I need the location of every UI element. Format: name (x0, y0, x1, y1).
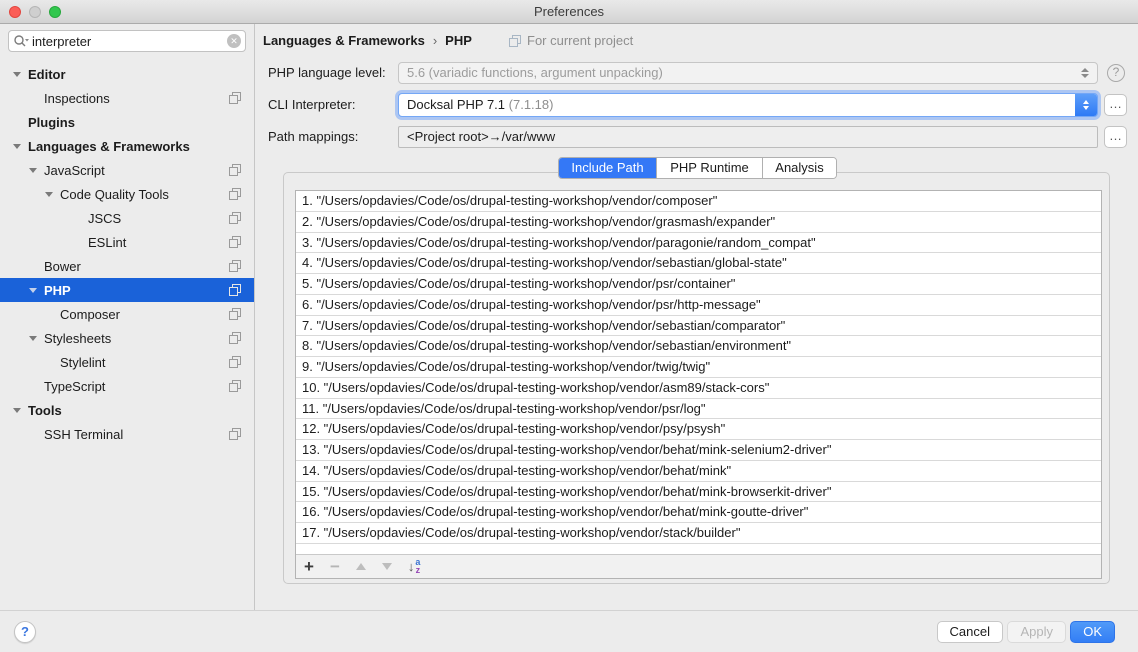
sidebar-item-tools[interactable]: Tools (0, 398, 254, 422)
chevron-up-down-icon[interactable] (1075, 94, 1097, 116)
project-scope-icon (228, 331, 242, 348)
language-level-select[interactable]: 5.6 (variadic functions, argument unpack… (398, 62, 1098, 84)
breadcrumb-php: PHP (445, 33, 472, 48)
chevron-down-icon[interactable] (26, 336, 40, 341)
project-scope-icon (228, 187, 242, 204)
breadcrumb-languages-frameworks[interactable]: Languages & Frameworks (263, 33, 425, 48)
sidebar-item-plugins[interactable]: Plugins (0, 110, 254, 134)
list-item[interactable]: 2. "/Users/opdavies/Code/os/drupal-testi… (296, 212, 1101, 233)
sidebar-item-typescript[interactable]: TypeScript (0, 374, 254, 398)
settings-sidebar: ✕ Editor Inspections Plugins Languages &… (0, 24, 255, 610)
sort-alpha-icon[interactable]: ↓ az (408, 559, 421, 574)
list-item[interactable]: 9. "/Users/opdavies/Code/os/drupal-testi… (296, 357, 1101, 378)
chevron-down-icon[interactable] (10, 144, 24, 149)
project-scope-icon (228, 163, 242, 180)
sidebar-item-code-quality-tools[interactable]: Code Quality Tools (0, 182, 254, 206)
list-item[interactable]: 14. "/Users/opdavies/Code/os/drupal-test… (296, 461, 1101, 482)
settings-tree: Editor Inspections Plugins Languages & F… (0, 62, 254, 446)
chevron-down-icon[interactable] (10, 72, 24, 77)
list-item[interactable]: 7. "/Users/opdavies/Code/os/drupal-testi… (296, 316, 1101, 337)
project-scope-icon (228, 307, 242, 324)
project-scope-icon (228, 91, 242, 108)
list-item[interactable]: 4. "/Users/opdavies/Code/os/drupal-testi… (296, 253, 1101, 274)
help-icon[interactable]: ? (1107, 64, 1125, 82)
list-item[interactable]: 17. "/Users/opdavies/Code/os/drupal-test… (296, 523, 1101, 544)
list-item[interactable]: 3. "/Users/opdavies/Code/os/drupal-testi… (296, 233, 1101, 254)
window-title: Preferences (0, 4, 1138, 19)
project-scope-icon (228, 283, 242, 300)
path-mappings-label: Path mappings: (268, 129, 358, 144)
sidebar-item-eslint[interactable]: ESLint (0, 230, 254, 254)
project-scope-icon (228, 355, 242, 372)
tab-analysis[interactable]: Analysis (762, 158, 836, 178)
chevron-down-icon[interactable] (10, 408, 24, 413)
sidebar-item-stylesheets[interactable]: Stylesheets (0, 326, 254, 350)
list-item[interactable]: 15. "/Users/opdavies/Code/os/drupal-test… (296, 482, 1101, 503)
chevron-down-icon[interactable] (26, 288, 40, 293)
tab-php-runtime[interactable]: PHP Runtime (656, 158, 762, 178)
breadcrumb: Languages & Frameworks › PHP (263, 33, 472, 48)
language-level-label: PHP language level: (268, 65, 386, 80)
ok-button[interactable]: OK (1070, 621, 1115, 643)
scope-indicator: For current project (508, 33, 633, 48)
sidebar-item-bower[interactable]: Bower (0, 254, 254, 278)
sidebar-item-editor[interactable]: Editor (0, 62, 254, 86)
move-up-button[interactable] (356, 563, 366, 570)
include-path-listwrap: 1. "/Users/opdavies/Code/os/drupal-testi… (295, 190, 1102, 579)
sidebar-item-languages-frameworks[interactable]: Languages & Frameworks (0, 134, 254, 158)
sidebar-item-composer[interactable]: Composer (0, 302, 254, 326)
sidebar-item-stylelint[interactable]: Stylelint (0, 350, 254, 374)
tab-bar: Include Path PHP Runtime Analysis (558, 157, 837, 179)
preferences-window: Preferences ✕ Editor Inspections Plugins (0, 0, 1138, 652)
apply-button[interactable]: Apply (1007, 621, 1066, 643)
sidebar-item-php[interactable]: PHP (0, 278, 254, 302)
clear-search-icon[interactable]: ✕ (227, 34, 241, 48)
cli-interpreter-label: CLI Interpreter: (268, 97, 355, 112)
chevron-down-icon[interactable] (42, 192, 56, 197)
settings-content: Languages & Frameworks › PHP For current… (255, 24, 1138, 610)
dialog-footer: ? Cancel Apply OK (0, 610, 1138, 652)
scope-label: For current project (527, 33, 633, 48)
cli-interpreter-browse-button[interactable]: … (1104, 94, 1127, 116)
chevron-down-icon[interactable] (26, 168, 40, 173)
list-item[interactable]: 12. "/Users/opdavies/Code/os/drupal-test… (296, 419, 1101, 440)
list-item[interactable]: 1. "/Users/opdavies/Code/os/drupal-testi… (296, 191, 1101, 212)
include-path-list: 1. "/Users/opdavies/Code/os/drupal-testi… (296, 191, 1101, 554)
search-field[interactable]: ✕ (8, 30, 246, 52)
list-toolbar: + − ↓ az (296, 554, 1101, 578)
list-item[interactable]: 16. "/Users/opdavies/Code/os/drupal-test… (296, 502, 1101, 523)
sidebar-item-ssh-terminal[interactable]: SSH Terminal (0, 422, 254, 446)
project-scope-icon (228, 379, 242, 396)
cli-interpreter-select[interactable]: Docksal PHP 7.1 (7.1.18) (398, 93, 1098, 117)
sidebar-item-jscs[interactable]: JSCS (0, 206, 254, 230)
cancel-button[interactable]: Cancel (937, 621, 1003, 643)
project-scope-icon (228, 235, 242, 252)
path-mappings-browse-button[interactable]: … (1104, 126, 1127, 148)
project-scope-icon (228, 259, 242, 276)
include-path-panel: 1. "/Users/opdavies/Code/os/drupal-testi… (283, 172, 1110, 584)
project-scope-icon (228, 427, 242, 444)
sidebar-item-javascript[interactable]: JavaScript (0, 158, 254, 182)
path-mappings-field[interactable]: <Project root>→/var/www (398, 126, 1098, 148)
move-down-button[interactable] (382, 563, 392, 570)
remove-button[interactable]: − (330, 557, 340, 577)
list-item[interactable]: 5. "/Users/opdavies/Code/os/drupal-testi… (296, 274, 1101, 295)
list-item[interactable]: 8. "/Users/opdavies/Code/os/drupal-testi… (296, 336, 1101, 357)
list-item[interactable]: 6. "/Users/opdavies/Code/os/drupal-testi… (296, 295, 1101, 316)
project-scope-icon (228, 211, 242, 228)
add-button[interactable]: + (304, 557, 314, 577)
help-button[interactable]: ? (14, 621, 36, 643)
breadcrumb-separator: › (433, 33, 437, 48)
tab-include-path[interactable]: Include Path (559, 158, 656, 178)
search-icon[interactable] (13, 34, 29, 48)
list-item[interactable]: 11. "/Users/opdavies/Code/os/drupal-test… (296, 399, 1101, 420)
project-scope-icon (508, 34, 522, 48)
list-item[interactable]: 10. "/Users/opdavies/Code/os/drupal-test… (296, 378, 1101, 399)
chevron-up-down-icon (1077, 65, 1093, 81)
search-input[interactable] (32, 34, 227, 49)
list-item[interactable]: 13. "/Users/opdavies/Code/os/drupal-test… (296, 440, 1101, 461)
sidebar-item-inspections[interactable]: Inspections (0, 86, 254, 110)
title-bar: Preferences (0, 0, 1138, 24)
